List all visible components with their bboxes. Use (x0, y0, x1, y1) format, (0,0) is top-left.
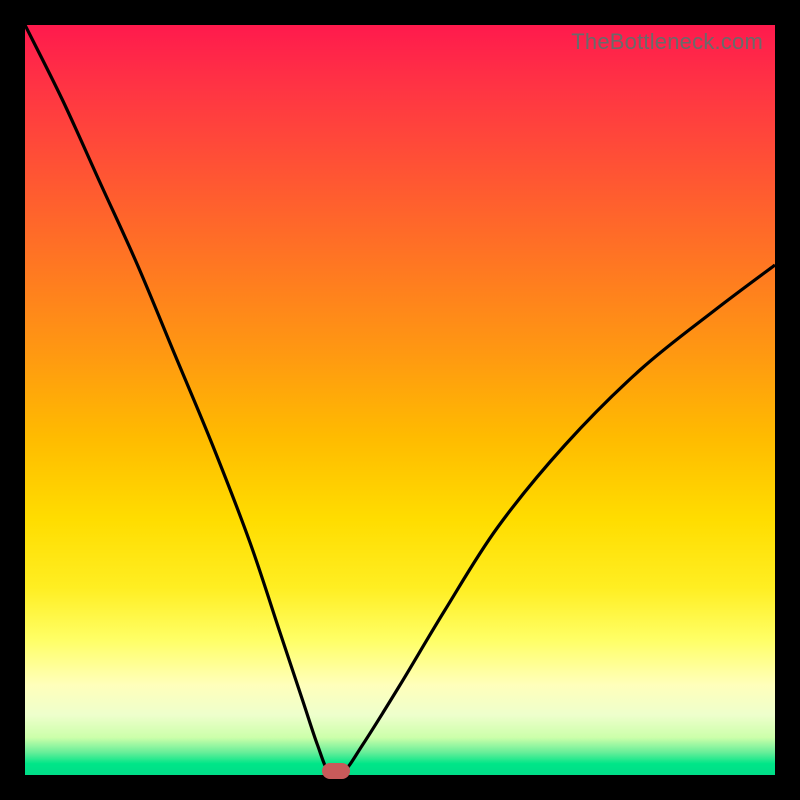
plot-area: TheBottleneck.com (25, 25, 775, 775)
bottleneck-curve (25, 25, 775, 775)
chart-frame: TheBottleneck.com (0, 0, 800, 800)
optimal-point-marker (322, 763, 350, 779)
